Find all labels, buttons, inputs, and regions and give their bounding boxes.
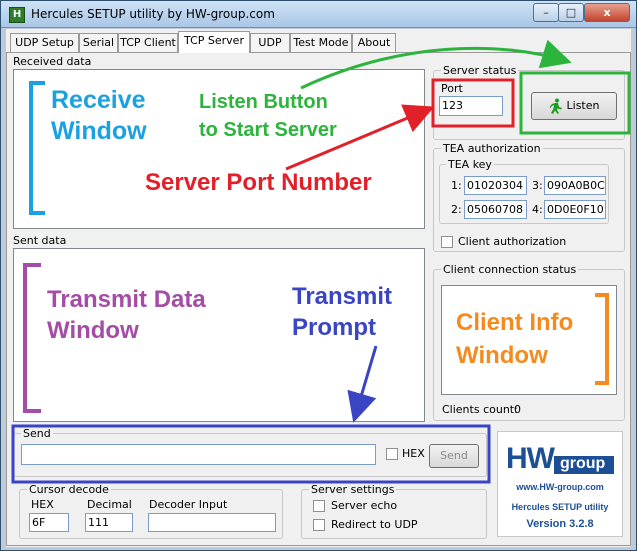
send-button[interactable]: Send: [429, 444, 479, 468]
clients-count-value: 0: [514, 403, 521, 416]
hw-group-logo: HW group: [506, 442, 616, 478]
cursor-decode-title: Cursor decode: [27, 483, 111, 496]
server-echo-label: Server echo: [331, 499, 398, 512]
redirect-udp-label: Redirect to UDP: [331, 518, 418, 531]
annotation-transmit-prompt: Transmit Prompt: [292, 281, 392, 343]
annotation-prompt-line2: Prompt: [292, 314, 376, 341]
annotation-server-port: Server Port Number: [145, 169, 372, 196]
tab-udp-setup[interactable]: UDP Setup: [10, 33, 79, 53]
app-icon: H: [9, 7, 25, 23]
tea-key-4-input[interactable]: 0D0E0F10: [544, 200, 606, 219]
received-data-label: Received data: [13, 55, 92, 68]
redirect-udp-checkbox[interactable]: [313, 519, 325, 531]
tab-test-mode[interactable]: Test Mode: [290, 33, 352, 53]
tea-key-1-input[interactable]: 01020304: [464, 176, 527, 195]
maximize-button[interactable]: □: [558, 3, 584, 22]
window-title: Hercules SETUP utility by HW-group.com: [31, 7, 275, 21]
annotation-receive-line2: Window: [51, 117, 147, 145]
decode-decimal-label: Decimal: [87, 498, 132, 511]
annotation-transmit-line1: Transmit Data: [47, 286, 206, 313]
client-authorization-checkbox[interactable]: [441, 236, 453, 248]
send-input[interactable]: [21, 444, 376, 465]
decode-decimal-value[interactable]: 111: [85, 513, 133, 532]
annotation-listen-button: Listen Button to Start Server: [199, 88, 337, 144]
server-settings-title: Server settings: [309, 483, 397, 496]
logo-group: group: [560, 455, 606, 472]
annotation-transmit-data: Transmit Data Window: [47, 284, 206, 346]
product-name: Hercules SETUP utility: [511, 502, 609, 512]
tea-key-2-label: 2:: [451, 203, 462, 216]
tab-udp[interactable]: UDP: [250, 33, 290, 53]
hw-group-logo-panel: HW group www.HW-group.com Hercules SETUP…: [497, 431, 623, 537]
decoder-input-label: Decoder Input: [149, 498, 228, 511]
tab-serial[interactable]: Serial: [79, 33, 118, 53]
send-title: Send: [21, 427, 53, 440]
annotation-listen-line1: Listen Button: [199, 91, 328, 113]
listen-label: Listen: [566, 99, 600, 112]
tab-tcp-server[interactable]: TCP Server: [178, 31, 250, 53]
hex-label: HEX: [402, 447, 425, 460]
tea-key-1-label: 1:: [451, 179, 462, 192]
decode-hex-label: HEX: [31, 498, 54, 511]
annotation-receive-line1: Receive: [51, 86, 146, 114]
tea-key-4-label: 4:: [532, 203, 543, 216]
client-authorization-label: Client authorization: [458, 235, 567, 248]
annotation-client-line1: Client Info: [456, 309, 574, 336]
tab-tcp-client[interactable]: TCP Client: [118, 33, 178, 53]
decode-hex-value[interactable]: 6F: [29, 513, 69, 532]
server-echo-checkbox[interactable]: [313, 500, 325, 512]
hw-url: www.HW-group.com: [516, 482, 604, 492]
minimize-button[interactable]: –: [533, 3, 559, 22]
annotation-client-info: Client Info Window: [456, 306, 573, 372]
tea-key-2-input[interactable]: 05060708: [464, 200, 527, 219]
tea-key-3-label: 3:: [532, 179, 543, 192]
tea-key-title: TEA key: [446, 158, 494, 171]
title-bar: H Hercules SETUP utility by HW-group.com…: [1, 1, 636, 28]
tea-key-3-input[interactable]: 090A0B0C: [544, 176, 606, 195]
tea-authorization-title: TEA authorization: [441, 142, 543, 155]
annotation-listen-line2: to Start Server: [199, 119, 337, 141]
running-man-icon: [549, 98, 563, 114]
hex-checkbox[interactable]: [386, 448, 398, 460]
version-label: Version 3.2.8: [526, 518, 594, 530]
server-status-title: Server status: [441, 64, 519, 77]
port-label: Port: [441, 82, 463, 95]
annotation-receive-window: Receive Window: [51, 85, 147, 147]
close-button[interactable]: x: [584, 3, 630, 22]
listen-button[interactable]: Listen: [531, 92, 617, 120]
clients-count-label: Clients count:: [442, 403, 518, 416]
decoder-input-field[interactable]: [148, 513, 276, 532]
server-settings-group: Server settings: [301, 483, 487, 539]
annotation-transmit-line2: Window: [47, 317, 139, 344]
logo-hw: HW: [506, 442, 555, 475]
sent-data-label: Sent data: [13, 234, 67, 247]
tab-about[interactable]: About: [352, 33, 396, 53]
port-input[interactable]: 123: [439, 96, 503, 116]
client-status-title: Client connection status: [441, 263, 579, 276]
annotation-client-line2: Window: [456, 342, 548, 369]
app-window: H Hercules SETUP utility by HW-group.com…: [0, 0, 637, 551]
annotation-prompt-line1: Transmit: [292, 283, 393, 310]
